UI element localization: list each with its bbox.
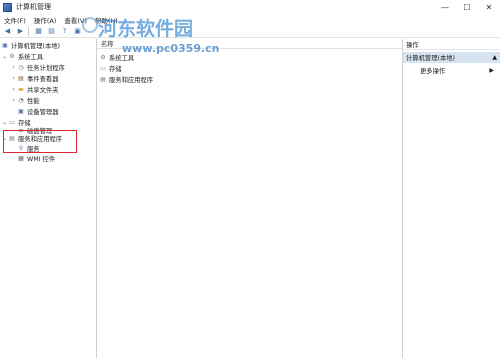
list-item-label: 存储 <box>109 65 122 73</box>
window-title: 计算机管理 <box>16 3 51 11</box>
menu-action[interactable]: 操作(A) <box>30 15 61 25</box>
list-item[interactable]: ▭ 存储 <box>99 63 122 73</box>
chevron-down-icon[interactable]: ⌄ <box>1 53 8 60</box>
column-header-name[interactable]: 名称 <box>97 39 402 49</box>
tools-icon: ⚙ <box>100 53 106 61</box>
tree-item-device-manager[interactable]: ▣ 设备管理器 <box>17 106 58 116</box>
chevron-right-icon[interactable]: › <box>10 86 17 93</box>
up-level-icon[interactable]: ▦ <box>33 26 44 36</box>
computer-icon: ▣ <box>2 41 8 49</box>
event-log-icon: ▤ <box>18 74 24 82</box>
menu-file[interactable]: 文件(F) <box>0 15 30 25</box>
tree-item-label: 服务 <box>27 145 40 153</box>
maximize-button[interactable]: ☐ <box>456 0 478 14</box>
actions-title: 操作 <box>403 39 500 50</box>
minimize-button[interactable]: — <box>434 0 456 14</box>
content-list: 名称 ⚙ 系统工具 ▭ 存储 ▤ 服务和应用程序 <box>97 39 402 358</box>
storage-icon: ▭ <box>9 118 15 126</box>
list-item-label: 系统工具 <box>109 54 135 62</box>
toolbar: ◀ ▶ ▦ ▤ ? ▣ <box>0 25 500 38</box>
storage-icon: ▭ <box>100 64 106 72</box>
title-bar: 计算机管理 — ☐ ✕ <box>0 0 500 14</box>
more-actions-item[interactable]: 更多操作 ▶ <box>420 65 500 75</box>
tree-item-task-scheduler[interactable]: › ◷ 任务计划程序 <box>10 62 65 72</box>
tree-item-label: WMI 控件 <box>27 155 56 163</box>
tree-item-label: 服务和应用程序 <box>18 135 63 143</box>
tools-icon: ⚙ <box>9 52 15 60</box>
folder-icon: ▬ <box>18 85 24 93</box>
chevron-down-icon[interactable]: ⌄ <box>1 119 8 126</box>
services-apps-icon: ▤ <box>9 134 15 142</box>
close-button[interactable]: ✕ <box>478 0 500 14</box>
tree-item-event-viewer[interactable]: › ▤ 事件查看器 <box>10 73 58 83</box>
services-icon: ⚲ <box>18 144 24 152</box>
menu-view[interactable]: 查看(V) <box>60 15 91 25</box>
help-icon[interactable]: ? <box>59 26 70 36</box>
show-hide-tree-icon[interactable]: ▤ <box>46 26 57 36</box>
device-manager-icon: ▣ <box>18 107 24 115</box>
chevron-right-icon[interactable]: › <box>10 64 17 71</box>
chevron-down-icon[interactable]: ⌄ <box>1 135 8 142</box>
more-actions-label: 更多操作 <box>420 67 446 75</box>
forward-arrow-icon[interactable]: ▶ <box>15 26 26 36</box>
tree-item-label: 事件查看器 <box>27 75 59 83</box>
services-apps-icon: ▤ <box>100 75 106 83</box>
tree-item-label: 系统工具 <box>18 53 44 61</box>
tree-item-label: 共享文件夹 <box>27 86 59 94</box>
performance-icon: ◔ <box>18 96 24 104</box>
tree-item-wmi[interactable]: ▦ WMI 控件 <box>17 153 55 163</box>
scrollbar[interactable] <box>492 50 500 350</box>
tree-item-label: 任务计划程序 <box>27 64 65 72</box>
wmi-icon: ▦ <box>18 154 24 162</box>
chevron-right-icon[interactable]: › <box>10 97 17 104</box>
toolbar-separator <box>28 26 29 36</box>
tree-item-label: 性能 <box>27 97 40 105</box>
tree-item-label: 设备管理器 <box>27 108 59 116</box>
window-controls: — ☐ ✕ <box>434 0 500 14</box>
clock-icon: ◷ <box>18 63 24 71</box>
tree-item-system-tools[interactable]: ⌄ ⚙ 系统工具 <box>1 51 43 61</box>
tree-item-services[interactable]: ⚲ 服务 <box>17 143 40 153</box>
actions-group-label: 计算机管理(本地) <box>406 55 455 62</box>
menu-help[interactable]: 帮助(H) <box>91 15 122 25</box>
navigation-tree: ▣ 计算机管理(本地) ⌄ ⚙ 系统工具 › ◷ 任务计划程序 › ▤ 事件查看… <box>0 39 97 358</box>
list-item[interactable]: ▤ 服务和应用程序 <box>99 74 153 84</box>
tree-item-services-apps[interactable]: ⌄ ▤ 服务和应用程序 <box>1 133 62 143</box>
list-item-label: 服务和应用程序 <box>109 76 154 84</box>
list-item[interactable]: ⚙ 系统工具 <box>99 52 134 62</box>
back-arrow-icon[interactable]: ◀ <box>2 26 13 36</box>
tree-item-root[interactable]: ▣ 计算机管理(本地) <box>1 40 60 50</box>
tree-item-label: 计算机管理(本地) <box>11 42 60 50</box>
tree-item-shared-folders[interactable]: › ▬ 共享文件夹 <box>10 84 58 94</box>
actions-group-header[interactable]: 计算机管理(本地) ▲ <box>403 52 500 63</box>
actions-pane: 操作 计算机管理(本地) ▲ 更多操作 ▶ <box>402 39 500 358</box>
tree-item-performance[interactable]: › ◔ 性能 <box>10 95 40 105</box>
menu-bar: 文件(F) 操作(A) 查看(V) 帮助(H) <box>0 14 500 25</box>
properties-icon[interactable]: ▣ <box>72 26 83 36</box>
computer-management-icon <box>3 2 12 12</box>
chevron-right-icon[interactable]: › <box>10 75 17 82</box>
